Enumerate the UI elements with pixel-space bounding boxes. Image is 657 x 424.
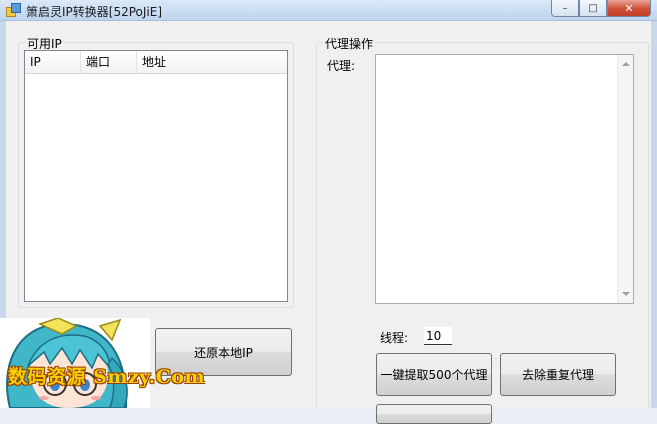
threads-input[interactable] bbox=[424, 327, 452, 345]
ip-list-header: IP 端口 地址 bbox=[25, 51, 287, 74]
app-icon bbox=[6, 3, 21, 17]
minimize-button[interactable]: – bbox=[551, 0, 579, 17]
fetch-500-proxies-button[interactable]: 一键提取500个代理 bbox=[376, 353, 492, 396]
window-frame-right bbox=[651, 21, 657, 408]
proxy-textarea[interactable] bbox=[375, 54, 634, 304]
window-title: 箫启灵IP转换器[52PoJiE] bbox=[26, 5, 163, 19]
column-ip[interactable]: IP bbox=[25, 51, 81, 73]
scroll-up-icon[interactable] bbox=[622, 62, 630, 66]
proxy-ops-title: 代理操作 bbox=[323, 35, 376, 52]
ip-list[interactable]: IP 端口 地址 bbox=[24, 50, 288, 302]
window-controls: – □ ✕ bbox=[551, 0, 651, 17]
column-port[interactable]: 端口 bbox=[81, 51, 137, 73]
proxy-label: 代理: bbox=[327, 59, 356, 73]
threads-label: 线程: bbox=[380, 331, 409, 345]
close-button[interactable]: ✕ bbox=[607, 0, 651, 17]
scroll-down-icon[interactable] bbox=[622, 292, 630, 296]
column-address[interactable]: 地址 bbox=[137, 51, 287, 73]
title-bar: 箫启灵IP转换器[52PoJiE] – □ ✕ bbox=[0, 0, 657, 21]
maximize-button[interactable]: □ bbox=[579, 0, 607, 17]
watermark-text: 数码资源 Smzy.Com bbox=[8, 366, 206, 388]
extra-button[interactable] bbox=[376, 404, 492, 424]
proxy-scrollbar[interactable] bbox=[617, 55, 633, 303]
dedupe-proxies-button[interactable]: 去除重复代理 bbox=[500, 353, 616, 396]
